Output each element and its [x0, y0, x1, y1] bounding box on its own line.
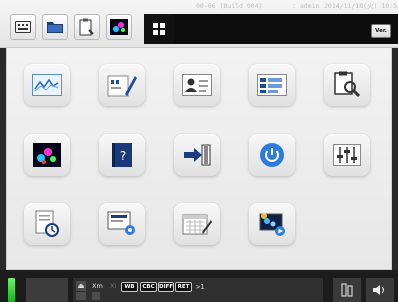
volume-button[interactable]: [366, 278, 394, 302]
keyboard-button[interactable]: [10, 14, 36, 40]
tile-spectrum[interactable]: [24, 134, 70, 176]
tile-logout[interactable]: [174, 134, 220, 176]
apps-grid-icon: [153, 23, 165, 35]
svg-text:?: ?: [120, 149, 126, 163]
logout-icon: [184, 144, 211, 166]
tile-waveform[interactable]: [24, 64, 70, 106]
datetime-text: 2014/11/18(火) 10:53: [324, 2, 398, 10]
tile-calendar[interactable]: [174, 203, 220, 245]
sample-tube-button[interactable]: [333, 278, 361, 302]
user-text: : admin: [292, 2, 320, 10]
footer-prompt: >1: [196, 283, 205, 291]
tile-document-timer[interactable]: [24, 203, 70, 245]
tile-help[interactable]: ?: [99, 134, 145, 176]
list-editor-icon: [257, 74, 287, 96]
folder-button[interactable]: [42, 14, 68, 40]
tile-report-search[interactable]: [324, 64, 370, 106]
eject-icon[interactable]: ⏏: [76, 281, 86, 291]
monitor-settings-icon: [107, 211, 135, 235]
sample-tube-icon: [341, 283, 353, 297]
version-button[interactable]: Ver.: [371, 24, 391, 38]
equalizer-settings-icon: [333, 144, 361, 166]
tile-patient[interactable]: [174, 64, 220, 106]
tile-power[interactable]: [249, 134, 295, 176]
patient-card-icon: [182, 74, 212, 96]
tile-list-editor[interactable]: [249, 64, 295, 106]
footer-status-panel: [26, 278, 68, 302]
report-search-icon: [334, 71, 361, 98]
tile-settings[interactable]: [324, 134, 370, 176]
header-bar: 00-06 (Build 004) : admin 2014/11/18(火) …: [0, 0, 398, 48]
tile-video[interactable]: [249, 203, 295, 245]
tile-test-edit[interactable]: [99, 64, 145, 106]
keyboard-icon: [15, 21, 31, 33]
xm-label: Xm: [92, 282, 103, 290]
waveform-chart-icon: [32, 74, 62, 96]
spectrum-display-icon: [33, 143, 61, 167]
stop-icon: [92, 292, 100, 300]
build-text: 00-06 (Build 004): [196, 2, 263, 10]
mode-cbc-button[interactable]: CBC: [140, 282, 157, 292]
tray-icon: [76, 292, 86, 300]
test-edit-icon: [107, 75, 137, 97]
folder-icon: [47, 22, 63, 33]
mode-diff-button[interactable]: DIFF: [158, 282, 174, 292]
status-line: 00-06 (Build 004) : admin 2014/11/18(火) …: [196, 0, 398, 13]
clipboard-button[interactable]: [74, 14, 100, 40]
power-icon: [260, 143, 284, 167]
mode-wb-button[interactable]: WB: [121, 282, 138, 292]
spectrum-icon: [110, 19, 128, 35]
status-lamp: [8, 278, 15, 302]
title-bar: [144, 14, 398, 44]
help-manual-icon: ?: [112, 143, 132, 167]
calendar-schedule-icon: [182, 214, 212, 235]
spectrum-button[interactable]: [106, 14, 132, 40]
home-button[interactable]: [144, 14, 174, 44]
clipboard-icon: [79, 18, 94, 36]
mode-ret-button[interactable]: RET: [175, 282, 192, 292]
speaker-icon: [373, 285, 384, 295]
document-timer-icon: [35, 210, 59, 237]
video-playback-icon: [259, 213, 285, 236]
tile-monitor-settings[interactable]: [99, 203, 145, 245]
xi-label: Xi: [110, 282, 117, 290]
main-menu: ?: [6, 48, 392, 270]
